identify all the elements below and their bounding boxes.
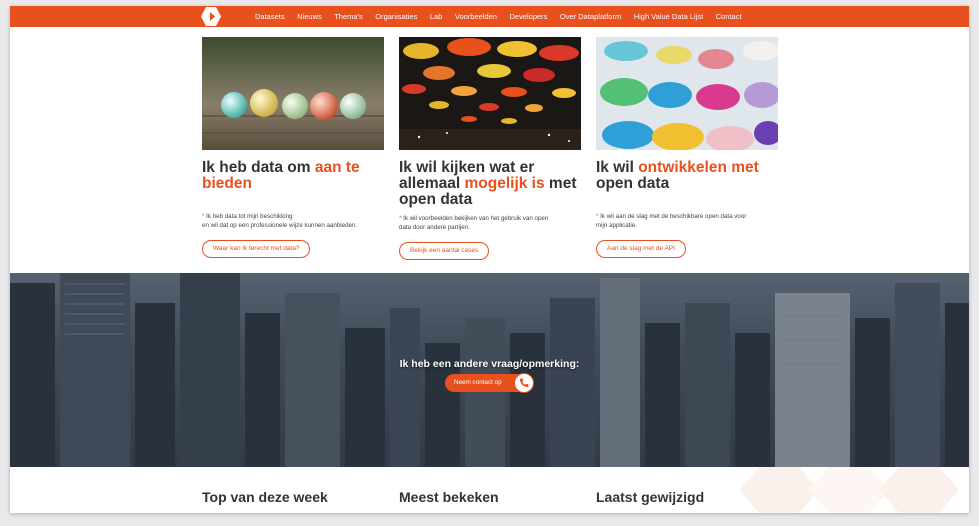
nav-item-lab[interactable]: Lab [430, 12, 443, 21]
nav-item-nieuws[interactable]: Nieuws [297, 12, 322, 21]
top-navigation: Datasets Nieuws Thema's Organisaties Lab… [10, 6, 969, 27]
last-modified-heading: Laatst gewijzigd [596, 489, 705, 505]
nav-item-contact[interactable]: Contact [716, 12, 742, 21]
paint-palette-image [596, 37, 778, 150]
card-offer-data: Ik heb data om aan te bieden * Ik heb da… [202, 37, 384, 258]
card-title: Ik wil kijken wat er allemaal mogelijk i… [399, 159, 577, 208]
contact-button[interactable]: Neem contact op [445, 373, 534, 393]
nav-links: Datasets Nieuws Thema's Organisaties Lab… [255, 6, 754, 27]
marbles-image [202, 37, 384, 150]
nav-item-developers[interactable]: Developers [509, 12, 547, 21]
phone-icon [514, 373, 534, 393]
card-develop-with-open-data: Ik wil ontwikkelen met open data * Ik wi… [596, 37, 778, 258]
card-description: * Ik wil aan de slag met de beschikbare … [596, 213, 747, 229]
city-skyline-image [10, 273, 969, 467]
nav-item-voorbeelden[interactable]: Voorbeelden [455, 12, 497, 21]
start-with-api-button[interactable]: Aan de slag met de API [596, 240, 686, 258]
card-description: * Ik heb data tot mijn beschikking en wi… [202, 213, 358, 229]
umbrellas-image [399, 37, 581, 150]
card-explore-possibilities: Ik wil kijken wat er allemaal mogelijk i… [399, 37, 581, 260]
banner-title: Ik heb een andere vraag/opmerking: [399, 358, 580, 370]
nav-item-datasets[interactable]: Datasets [255, 12, 285, 21]
card-title: Ik heb data om aan te bieden [202, 159, 360, 192]
nav-item-over-dataplatform[interactable]: Over Dataplatform [560, 12, 621, 21]
nav-item-themas[interactable]: Thema's [334, 12, 363, 21]
page-frame: Datasets Nieuws Thema's Organisaties Lab… [10, 6, 969, 513]
dataplatform-logo-icon[interactable] [201, 7, 223, 26]
offer-data-button[interactable]: Waar kan ik terecht met data? [202, 240, 311, 258]
card-title: Ik wil ontwikkelen met open data [596, 159, 759, 192]
card-description: * Ik wil voorbeelden bekijken van het ge… [399, 215, 549, 231]
nav-item-organisaties[interactable]: Organisaties [375, 12, 417, 21]
top-this-week-heading: Top van deze week [202, 489, 328, 505]
contact-banner: Ik heb een andere vraag/opmerking: Neem … [10, 273, 969, 467]
nav-item-high-value-data-lijst[interactable]: High Value Data Lijst [634, 12, 703, 21]
view-cases-button[interactable]: Bekijk een aantal cases [399, 242, 490, 260]
most-viewed-heading: Meest bekeken [399, 489, 499, 505]
hexagon-decoration [739, 467, 959, 513]
contact-button-label: Neem contact op [454, 379, 502, 386]
